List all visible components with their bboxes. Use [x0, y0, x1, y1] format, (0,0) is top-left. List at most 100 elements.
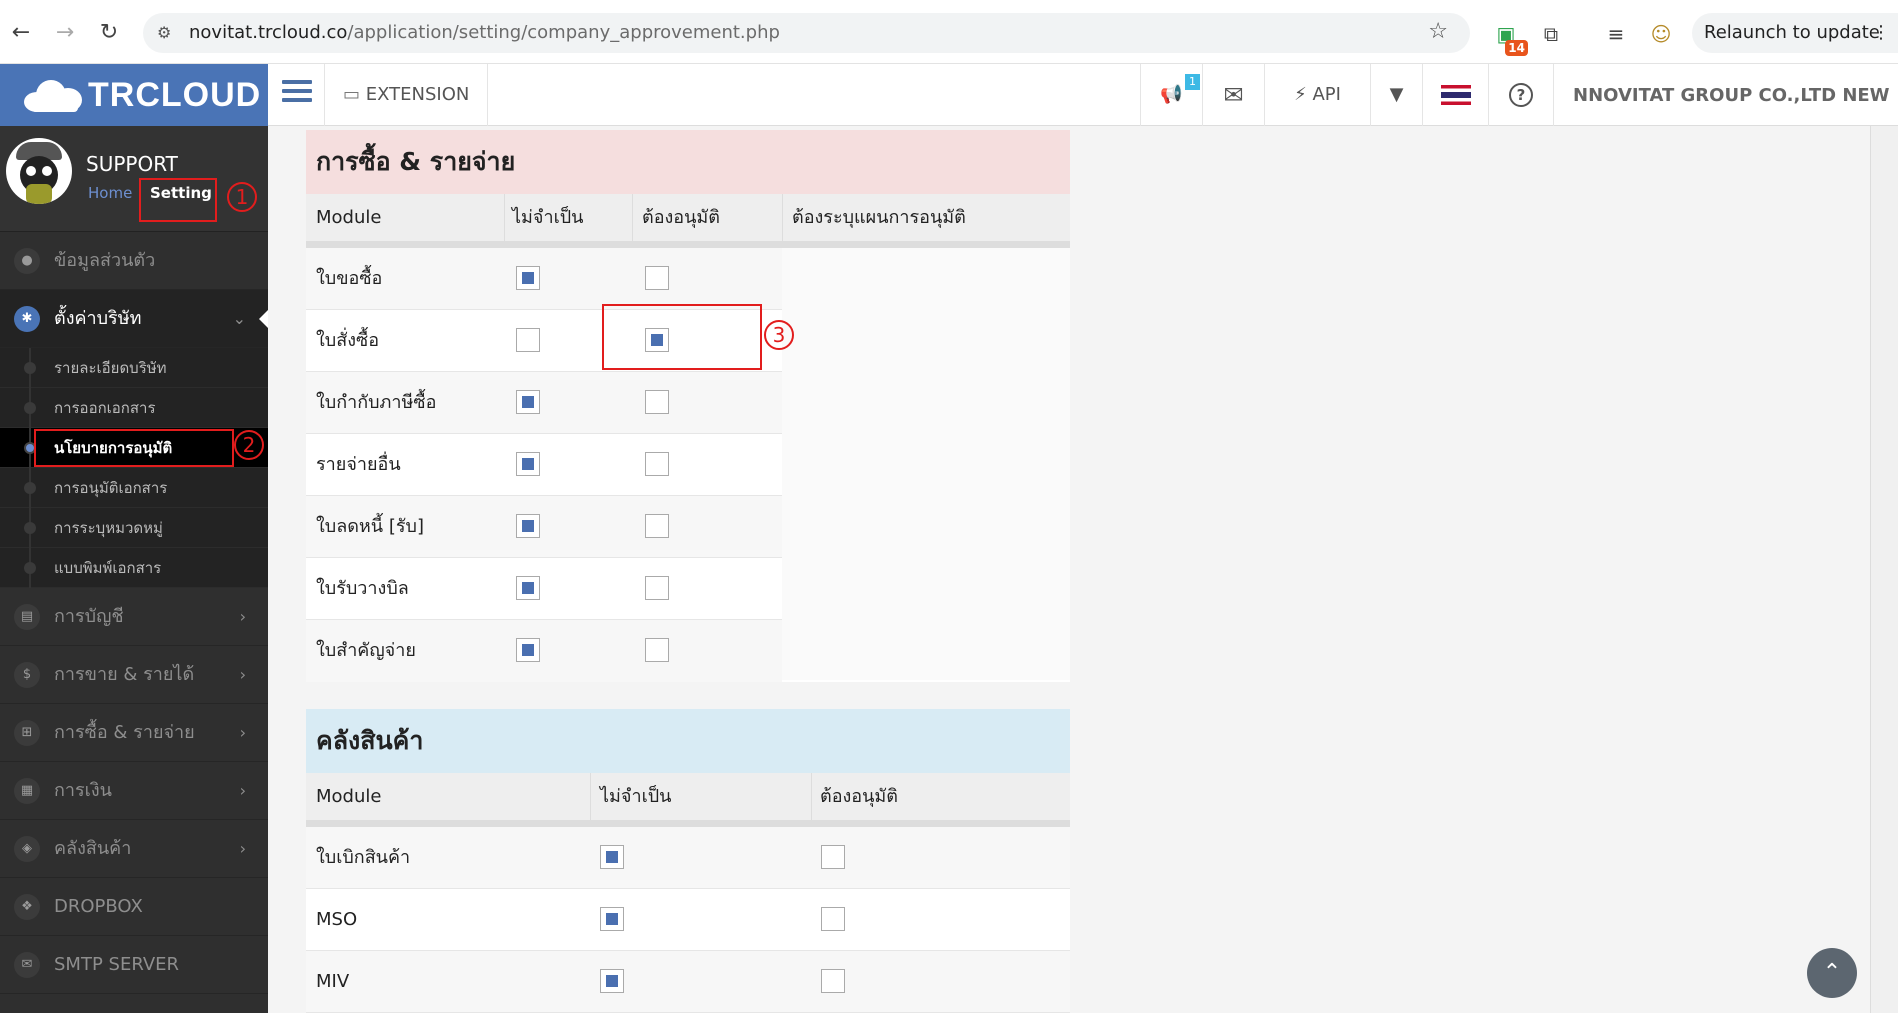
row-label: ใบรับวางบิล [316, 578, 409, 599]
extensions-puzzle-icon[interactable]: ⧉ [1535, 18, 1567, 50]
profile-section: SUPPORT Home Setting [0, 126, 268, 232]
api-menu[interactable]: ⚡ API [1264, 64, 1370, 126]
require-approval-checkbox[interactable] [821, 845, 845, 869]
url-text[interactable]: novitat.trcloud.co/application/setting/c… [189, 22, 780, 43]
sidebar-item-dropbox[interactable]: ❖ DROPBOX [0, 878, 268, 936]
dropbox-icon: ❖ [14, 894, 40, 920]
sidebar-item-accounting[interactable]: ▤ การบัญชี › [0, 588, 268, 646]
not-required-checkbox[interactable] [600, 969, 624, 993]
help-icon: ? [1509, 83, 1533, 107]
url-path: /application/setting/company_approvement… [347, 22, 780, 43]
require-approval-checkbox[interactable] [645, 266, 669, 290]
sidebar-item-label: ตั้งค่าบริษัท [54, 308, 142, 329]
chevron-down-icon: ⌄ [232, 309, 246, 328]
profile-avatar-icon[interactable]: ☺ [1645, 18, 1677, 50]
sidebar-item-personal-info[interactable]: ● ข้อมูลส่วนตัว [0, 232, 268, 290]
relaunch-label: Relaunch to update [1704, 22, 1880, 43]
not-required-checkbox[interactable] [516, 390, 540, 414]
help-button[interactable]: ? [1488, 64, 1554, 126]
language-flag-button[interactable] [1422, 64, 1488, 126]
sidebar-item-label: การขาย & รายได้ [54, 664, 195, 685]
chevron-right-icon: › [239, 607, 246, 626]
box-icon: ◈ [14, 836, 40, 862]
user-icon: ● [14, 248, 40, 274]
chevron-right-icon: › [239, 781, 246, 800]
row-label: ใบสั่งซื้อ [316, 330, 380, 351]
row-label: MSO [316, 909, 358, 930]
hamburger-menu-icon[interactable] [282, 80, 312, 106]
require-approval-checkbox[interactable] [645, 390, 669, 414]
notification-badge: 1 [1185, 74, 1200, 90]
column-not-required: ไม่จำเป็น [512, 207, 584, 228]
mail-icon: ✉ [14, 952, 40, 978]
bullet-icon [24, 522, 36, 534]
home-link[interactable]: Home [88, 184, 132, 202]
media-queue-icon[interactable]: ≡ [1600, 18, 1632, 50]
submenu-item-document-issuing[interactable]: การออกเอกสาร [0, 388, 268, 428]
sidebar-item-label: การซื้อ & รายจ่าย [54, 722, 195, 743]
not-required-checkbox[interactable] [516, 576, 540, 600]
sidebar-item-warehouse[interactable]: ◈ คลังสินค้า › [0, 820, 268, 878]
forward-arrow-icon[interactable]: → [50, 18, 80, 48]
sidebar-item-finance[interactable]: ▦ การเงิน › [0, 762, 268, 820]
not-required-checkbox[interactable] [516, 638, 540, 662]
address-bar[interactable]: ⚙ novitat.trcloud.co/application/setting… [143, 13, 1470, 53]
sidebar-item-company-settings[interactable]: ✱ ตั้งค่าบริษัท ⌄ [0, 290, 268, 348]
gear-icon: ✱ [14, 306, 40, 332]
extension-icon[interactable]: ▣ 14 [1490, 18, 1528, 56]
sidebar-item-label: การบัญชี [54, 606, 124, 627]
company-selector[interactable]: NNOVITAT GROUP CO.,LTD NEW▦ [1573, 64, 1898, 126]
purchase-table-header: Module ไม่จำเป็น ต้องอนุมัติ ต้องระบุแผน… [306, 194, 1070, 248]
not-required-checkbox[interactable] [516, 266, 540, 290]
column-not-required: ไม่จำเป็น [600, 786, 672, 807]
sidebar-item-purchase[interactable]: ⊞ การซื้อ & รายจ่าย › [0, 704, 268, 762]
scroll-to-top-button[interactable]: ⌃ [1807, 948, 1857, 998]
require-approval-checkbox[interactable] [645, 638, 669, 662]
mail-icon[interactable]: ✉ [1202, 64, 1264, 126]
extension-menu[interactable]: ▭ EXTENSION [324, 64, 489, 126]
submenu-label: การอนุมัติเอกสาร [54, 479, 168, 497]
submenu-item-company-details[interactable]: รายละเอียดบริษัท [0, 348, 268, 388]
sidebar: SUPPORT Home Setting ● ข้อมูลส่วนตัว ✱ ต… [0, 126, 268, 1013]
sidebar-item-sales[interactable]: $ การขาย & รายได้ › [0, 646, 268, 704]
notification-megaphone-icon[interactable]: 📢 1 [1140, 64, 1202, 126]
table-row: MIV [306, 951, 1070, 1013]
app-logo[interactable]: TRCLOUD [0, 64, 268, 126]
submenu-item-category[interactable]: การระบุหมวดหมู่ [0, 508, 268, 548]
sidebar-item-smtp[interactable]: ✉ SMTP SERVER [0, 936, 268, 994]
not-required-checkbox[interactable] [600, 845, 624, 869]
bookmark-star-icon[interactable]: ☆ [1428, 19, 1448, 44]
reload-icon[interactable]: ↻ [94, 18, 124, 48]
column-require-approval: ต้องอนุมัติ [820, 786, 898, 807]
warehouse-section-title: คลังสินค้า [306, 709, 1070, 773]
require-approval-checkbox[interactable] [645, 576, 669, 600]
relaunch-button[interactable]: Relaunch to update ⋮ [1692, 13, 1898, 53]
submenu-item-print-templates[interactable]: แบบพิมพ์เอกสาร [0, 548, 268, 588]
require-approval-checkbox[interactable] [645, 514, 669, 538]
submenu-item-document-approval[interactable]: การอนุมัติเอกสาร [0, 468, 268, 508]
require-approval-checkbox[interactable] [821, 969, 845, 993]
require-approval-checkbox[interactable] [645, 452, 669, 476]
more-vertical-icon[interactable]: ⋮ [1872, 13, 1890, 53]
not-required-checkbox[interactable] [516, 328, 540, 352]
dropdown-caret-icon[interactable]: ▼ [1370, 64, 1422, 126]
avatar[interactable] [6, 138, 72, 204]
not-required-checkbox[interactable] [600, 907, 624, 931]
cloud-icon [24, 78, 84, 112]
calendar-icon: ▦ [14, 778, 40, 804]
logo-text: TRCLOUD [88, 76, 262, 114]
site-settings-icon[interactable]: ⚙ [157, 23, 171, 42]
main-content: การซื้อ & รายจ่าย Module ไม่จำเป็น ต้องอ… [268, 126, 1898, 1013]
table-row: รายจ่ายอื่น [306, 434, 782, 496]
bullet-icon [24, 402, 36, 414]
row-label: รายจ่ายอื่น [316, 454, 401, 475]
row-label: ใบสำคัญจ่าย [316, 640, 416, 661]
back-arrow-icon[interactable]: ← [6, 18, 36, 48]
purchase-section-title: การซื้อ & รายจ่าย [306, 130, 1070, 194]
extension-badge: 14 [1505, 40, 1528, 56]
page-scrollbar[interactable] [1870, 126, 1898, 1013]
annotation-number: 3 [764, 320, 794, 350]
require-approval-checkbox[interactable] [821, 907, 845, 931]
not-required-checkbox[interactable] [516, 514, 540, 538]
not-required-checkbox[interactable] [516, 452, 540, 476]
